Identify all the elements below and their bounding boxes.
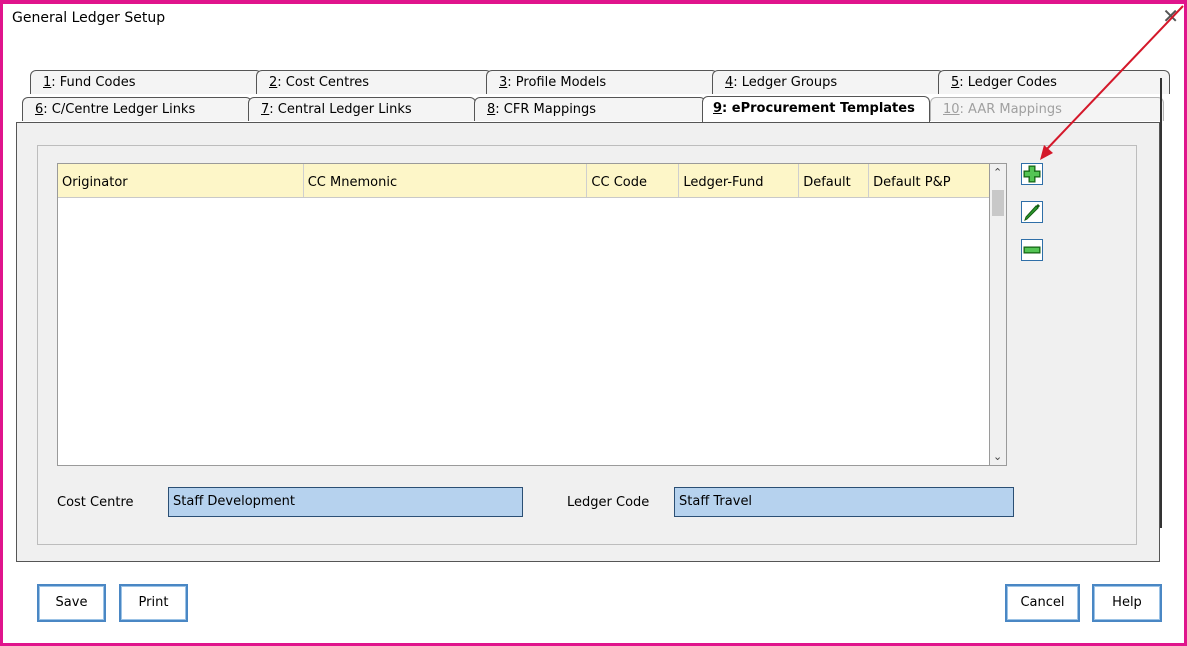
help-button[interactable]: Help — [1092, 584, 1162, 622]
column-cc-mnemonic[interactable]: CC Mnemonic — [304, 164, 588, 197]
tab-central-ledger-links[interactable]: 7: Central Ledger Links — [248, 97, 476, 121]
grid-scrollbar[interactable]: ⌃ ⌄ — [990, 163, 1007, 466]
tab-cc-ledger-links[interactable]: 6: C/Centre Ledger Links — [22, 97, 252, 121]
cancel-button[interactable]: Cancel — [1005, 584, 1080, 622]
ledger-code-field[interactable]: Staff Travel — [674, 487, 1014, 517]
cost-centre-field[interactable]: Staff Development — [168, 487, 523, 517]
tab-label: : CFR Mappings — [495, 102, 597, 117]
grid-header: Originator CC Mnemonic CC Code Ledger-Fu… — [58, 164, 989, 198]
column-originator[interactable]: Originator — [58, 164, 304, 197]
tab-label: : Profile Models — [507, 75, 607, 90]
scroll-down-icon[interactable]: ⌄ — [993, 450, 1002, 463]
column-default-pp[interactable]: Default P&P — [869, 164, 989, 197]
close-icon[interactable]: ✕ — [1162, 4, 1179, 28]
column-ledger-fund[interactable]: Ledger-Fund — [679, 164, 800, 197]
cost-centre-label: Cost Centre — [57, 495, 134, 510]
tab-label: : Central Ledger Links — [269, 102, 412, 117]
tab-key: 9 — [713, 101, 723, 116]
edit-button[interactable] — [1021, 201, 1043, 223]
tab-cost-centres[interactable]: 2: Cost Centres — [256, 70, 492, 94]
tab-label: : AAR Mappings — [959, 102, 1062, 117]
remove-button[interactable] — [1021, 239, 1043, 261]
tab-label: : eProcurement Templates — [722, 101, 915, 116]
tab-eprocurement-templates[interactable]: 9: eProcurement Templates — [702, 96, 930, 122]
tab-label: : Ledger Codes — [959, 75, 1057, 90]
plus-icon — [1023, 165, 1041, 183]
tab-aar-mappings: 10: AAR Mappings — [930, 97, 1164, 121]
scroll-up-icon[interactable]: ⌃ — [993, 166, 1002, 179]
column-default[interactable]: Default — [799, 164, 870, 197]
window-title: General Ledger Setup — [12, 10, 166, 26]
add-button[interactable] — [1021, 163, 1043, 185]
tab-key: 10 — [943, 102, 960, 117]
column-cc-code[interactable]: CC Code — [587, 164, 680, 197]
scroll-thumb[interactable] — [992, 190, 1004, 216]
tab-label: : Fund Codes — [51, 75, 136, 90]
pencil-icon — [1024, 204, 1040, 221]
minus-icon — [1023, 246, 1041, 254]
tab-ledger-codes[interactable]: 5: Ledger Codes — [938, 70, 1170, 94]
ledger-code-label: Ledger Code — [567, 495, 650, 510]
templates-grid[interactable]: Originator CC Mnemonic CC Code Ledger-Fu… — [57, 163, 990, 466]
tab-label: : Ledger Groups — [733, 75, 838, 90]
print-button[interactable]: Print — [119, 584, 188, 622]
tab-label: : Cost Centres — [277, 75, 370, 90]
tab-cfr-mappings[interactable]: 8: CFR Mappings — [474, 97, 706, 121]
save-button[interactable]: Save — [37, 584, 106, 622]
tab-label: : C/Centre Ledger Links — [43, 102, 196, 117]
tab-fund-codes[interactable]: 1: Fund Codes — [30, 70, 262, 94]
tab-ledger-groups[interactable]: 4: Ledger Groups — [712, 70, 944, 94]
tab-profile-models[interactable]: 3: Profile Models — [486, 70, 718, 94]
